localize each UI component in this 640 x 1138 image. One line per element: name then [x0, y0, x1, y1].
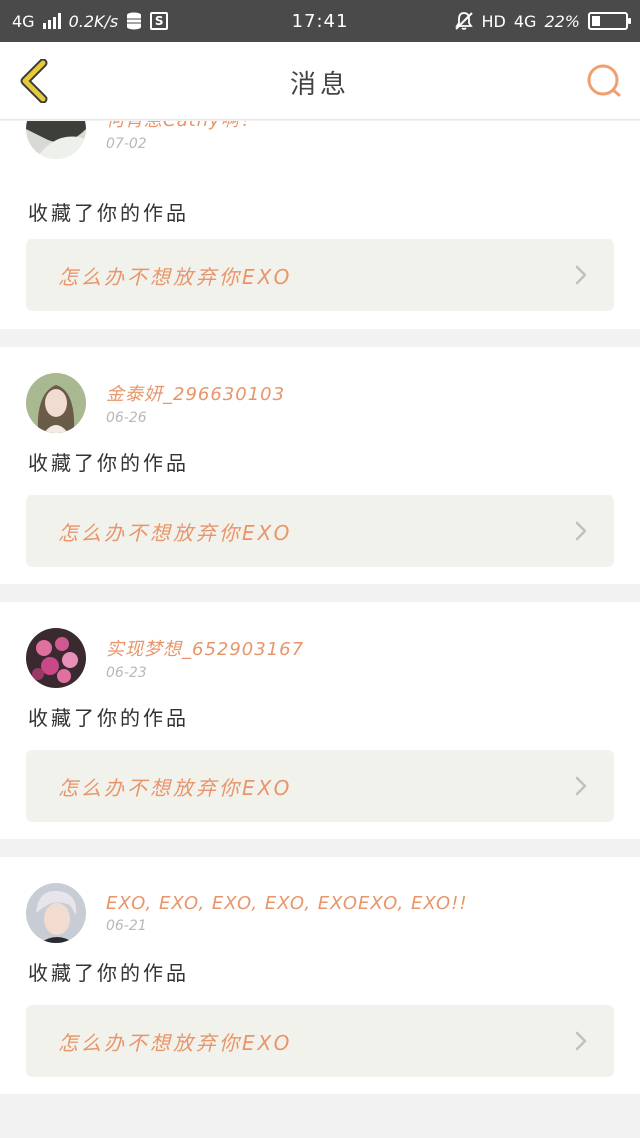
message-date: 06-23 — [106, 665, 147, 681]
message-card: EXO, EXO, EXO, EXO, EXOEXO, EXO!! 06-21 … — [0, 857, 640, 1094]
avatar[interactable] — [26, 883, 86, 943]
nav-bar: 消息 — [0, 42, 640, 120]
avatar[interactable] — [26, 121, 86, 159]
s-square-icon: S — [150, 12, 169, 30]
message-card: 实现梦想_652903167 06-23 收藏了你的作品 怎么办不想放弃你EXO — [0, 602, 640, 839]
action-text: 收藏了你的作品 — [28, 201, 189, 225]
work-link[interactable]: 怎么办不想放弃你EXO — [26, 239, 614, 311]
hd-label: HD — [481, 11, 506, 31]
username[interactable]: 何宵蒽Cathy啊！ — [106, 121, 259, 132]
battery-icon — [588, 12, 631, 30]
card-divider — [0, 1094, 640, 1112]
status-left: 4G 0.2K/s S — [12, 11, 169, 31]
chevron-right-icon — [575, 265, 587, 285]
user-row: 何宵蒽Cathy啊！ 07-02 — [26, 121, 259, 159]
work-title: 怎么办不想放弃你EXO — [58, 520, 293, 545]
card-divider — [0, 329, 640, 347]
username[interactable]: 金泰妍_296630103 — [106, 380, 285, 406]
card-divider — [0, 584, 640, 602]
username[interactable]: EXO, EXO, EXO, EXO, EXOEXO, EXO!! — [106, 893, 468, 914]
message-date: 07-02 — [106, 136, 147, 152]
signal-icon — [42, 13, 61, 29]
status-time: 17:41 — [291, 10, 349, 32]
page-title: 消息 — [289, 70, 350, 100]
user-row: 实现梦想_652903167 06-23 — [26, 628, 304, 688]
action-text: 收藏了你的作品 — [28, 961, 189, 985]
network-label: 4G — [12, 11, 35, 31]
username[interactable]: 实现梦想_652903167 — [106, 635, 304, 661]
user-meta: 何宵蒽Cathy啊！ 07-02 — [106, 121, 259, 152]
status-bar: 4G 0.2K/s S 17:41 HD 4G 22% — [0, 0, 640, 42]
message-card: 何宵蒽Cathy啊！ 07-02 收藏了你的作品 怎么办不想放弃你EXO — [0, 121, 640, 329]
status-right: HD 4G 22% — [454, 11, 631, 31]
chevron-right-icon — [575, 1031, 587, 1051]
battery-fill — [592, 16, 600, 26]
user-row: 金泰妍_296630103 06-26 — [26, 373, 285, 433]
search-button[interactable] — [584, 60, 626, 102]
work-title: 怎么办不想放弃你EXO — [58, 264, 293, 289]
message-date: 06-26 — [106, 410, 147, 426]
battery-percent: 22% — [544, 11, 580, 31]
work-title: 怎么办不想放弃你EXO — [58, 775, 293, 800]
work-link[interactable]: 怎么办不想放弃你EXO — [26, 1005, 614, 1077]
network2-label: 4G — [513, 11, 537, 31]
database-icon — [127, 12, 142, 30]
avatar[interactable] — [26, 373, 86, 433]
mute-bell-icon — [454, 12, 473, 30]
user-row: EXO, EXO, EXO, EXO, EXOEXO, EXO!! 06-21 — [26, 883, 468, 943]
network-speed: 0.2K/s — [68, 11, 119, 31]
message-date: 06-21 — [106, 917, 147, 934]
chevron-right-icon — [575, 776, 587, 796]
message-feed: 何宵蒽Cathy啊！ 07-02 收藏了你的作品 怎么办不想放弃你EXO — [0, 121, 640, 1112]
action-text: 收藏了你的作品 — [28, 451, 189, 475]
card-divider — [0, 839, 640, 857]
user-meta: 实现梦想_652903167 06-23 — [106, 635, 304, 681]
user-meta: 金泰妍_296630103 06-26 — [106, 380, 285, 426]
work-title: 怎么办不想放弃你EXO — [58, 1030, 293, 1055]
avatar[interactable] — [26, 628, 86, 688]
work-link[interactable]: 怎么办不想放弃你EXO — [26, 750, 614, 822]
work-link[interactable]: 怎么办不想放弃你EXO — [26, 495, 614, 567]
chevron-right-icon — [575, 521, 587, 541]
message-card: 金泰妍_296630103 06-26 收藏了你的作品 怎么办不想放弃你EXO — [0, 347, 640, 584]
action-text: 收藏了你的作品 — [28, 706, 189, 730]
search-icon — [587, 64, 621, 97]
user-meta: EXO, EXO, EXO, EXO, EXOEXO, EXO!! 06-21 — [106, 893, 468, 934]
